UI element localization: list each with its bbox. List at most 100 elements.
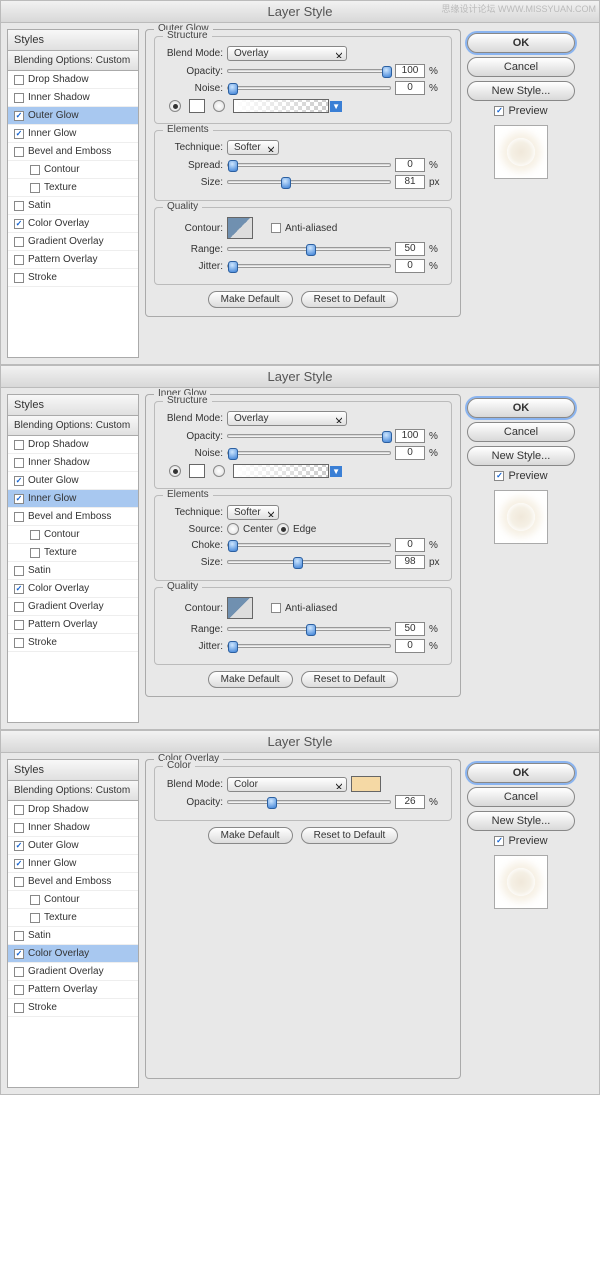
checkbox-icon[interactable] bbox=[30, 183, 40, 193]
ok-button[interactable]: OK bbox=[467, 398, 575, 418]
styles-header[interactable]: Styles bbox=[8, 30, 138, 51]
checkbox-icon[interactable] bbox=[14, 949, 24, 959]
cancel-button[interactable]: Cancel bbox=[467, 57, 575, 77]
range-input[interactable]: 50 bbox=[395, 622, 425, 636]
style-item-pattern-overlay[interactable]: Pattern Overlay bbox=[8, 981, 138, 999]
style-item-gradient-overlay[interactable]: Gradient Overlay bbox=[8, 963, 138, 981]
style-item-drop-shadow[interactable]: Drop Shadow bbox=[8, 436, 138, 454]
checkbox-icon[interactable] bbox=[14, 255, 24, 265]
make-default-button[interactable]: Make Default bbox=[208, 291, 293, 308]
checkbox-icon[interactable] bbox=[14, 512, 24, 522]
preview-toggle[interactable]: Preview bbox=[467, 835, 575, 847]
style-item-contour[interactable]: Contour bbox=[8, 526, 138, 544]
style-item-satin[interactable]: Satin bbox=[8, 562, 138, 580]
checkbox-icon[interactable] bbox=[14, 458, 24, 468]
spread-input[interactable]: 0 bbox=[395, 158, 425, 172]
checkbox-icon[interactable] bbox=[494, 106, 504, 116]
checkbox-icon[interactable] bbox=[14, 566, 24, 576]
contour-swatch[interactable] bbox=[227, 597, 253, 619]
style-item-outer-glow[interactable]: Outer Glow bbox=[8, 472, 138, 490]
new-style-button[interactable]: New Style... bbox=[467, 81, 575, 101]
color-radio[interactable] bbox=[169, 100, 181, 112]
checkbox-icon[interactable] bbox=[14, 823, 24, 833]
checkbox-icon[interactable] bbox=[14, 273, 24, 283]
style-item-texture[interactable]: Texture bbox=[8, 909, 138, 927]
checkbox-icon[interactable] bbox=[14, 93, 24, 103]
style-item-gradient-overlay[interactable]: Gradient Overlay bbox=[8, 598, 138, 616]
style-item-contour[interactable]: Contour bbox=[8, 891, 138, 909]
choke-input[interactable]: 0 bbox=[395, 538, 425, 552]
size-slider[interactable] bbox=[227, 180, 391, 184]
cancel-button[interactable]: Cancel bbox=[467, 787, 575, 807]
opacity-slider[interactable] bbox=[227, 69, 391, 73]
preview-toggle[interactable]: Preview bbox=[467, 105, 575, 117]
color-swatch[interactable] bbox=[189, 99, 205, 113]
style-item-stroke[interactable]: Stroke bbox=[8, 634, 138, 652]
style-item-inner-shadow[interactable]: Inner Shadow bbox=[8, 89, 138, 107]
ok-button[interactable]: OK bbox=[467, 33, 575, 53]
cancel-button[interactable]: Cancel bbox=[467, 422, 575, 442]
reset-default-button[interactable]: Reset to Default bbox=[301, 671, 399, 688]
anti-aliased-checkbox[interactable] bbox=[271, 223, 281, 233]
noise-input[interactable]: 0 bbox=[395, 446, 425, 460]
range-slider[interactable] bbox=[227, 627, 391, 631]
checkbox-icon[interactable] bbox=[14, 440, 24, 450]
reset-default-button[interactable]: Reset to Default bbox=[301, 291, 399, 308]
checkbox-icon[interactable] bbox=[14, 1003, 24, 1013]
checkbox-icon[interactable] bbox=[14, 638, 24, 648]
styles-header[interactable]: Styles bbox=[8, 760, 138, 781]
size-input[interactable]: 98 bbox=[395, 555, 425, 569]
color-radio[interactable] bbox=[169, 465, 181, 477]
style-item-bevel-and-emboss[interactable]: Bevel and Emboss bbox=[8, 508, 138, 526]
checkbox-icon[interactable] bbox=[14, 219, 24, 229]
checkbox-icon[interactable] bbox=[14, 75, 24, 85]
checkbox-icon[interactable] bbox=[30, 548, 40, 558]
style-item-outer-glow[interactable]: Outer Glow bbox=[8, 837, 138, 855]
checkbox-icon[interactable] bbox=[30, 165, 40, 175]
checkbox-icon[interactable] bbox=[30, 913, 40, 923]
blending-options[interactable]: Blending Options: Custom bbox=[8, 781, 138, 801]
style-item-drop-shadow[interactable]: Drop Shadow bbox=[8, 71, 138, 89]
spread-slider[interactable] bbox=[227, 163, 391, 167]
ok-button[interactable]: OK bbox=[467, 763, 575, 783]
checkbox-icon[interactable] bbox=[14, 877, 24, 887]
style-item-inner-glow[interactable]: Inner Glow bbox=[8, 125, 138, 143]
checkbox-icon[interactable] bbox=[14, 237, 24, 247]
checkbox-icon[interactable] bbox=[14, 201, 24, 211]
jitter-slider[interactable] bbox=[227, 644, 391, 648]
style-item-color-overlay[interactable]: Color Overlay bbox=[8, 945, 138, 963]
style-item-color-overlay[interactable]: Color Overlay bbox=[8, 215, 138, 233]
blend-mode-select[interactable]: Overlay bbox=[227, 46, 347, 61]
checkbox-icon[interactable] bbox=[14, 859, 24, 869]
noise-input[interactable]: 0 bbox=[395, 81, 425, 95]
style-item-stroke[interactable]: Stroke bbox=[8, 269, 138, 287]
blend-mode-select[interactable]: Overlay bbox=[227, 411, 347, 426]
checkbox-icon[interactable] bbox=[14, 985, 24, 995]
checkbox-icon[interactable] bbox=[30, 530, 40, 540]
style-item-satin[interactable]: Satin bbox=[8, 927, 138, 945]
technique-select[interactable]: Softer bbox=[227, 505, 279, 520]
style-item-contour[interactable]: Contour bbox=[8, 161, 138, 179]
checkbox-icon[interactable] bbox=[14, 476, 24, 486]
blending-options[interactable]: Blending Options: Custom bbox=[8, 51, 138, 71]
gradient-radio[interactable] bbox=[213, 100, 225, 112]
technique-select[interactable]: Softer bbox=[227, 140, 279, 155]
gradient-radio[interactable] bbox=[213, 465, 225, 477]
checkbox-icon[interactable] bbox=[14, 584, 24, 594]
new-style-button[interactable]: New Style... bbox=[467, 446, 575, 466]
blend-mode-select[interactable]: Color bbox=[227, 777, 347, 792]
checkbox-icon[interactable] bbox=[30, 895, 40, 905]
choke-slider[interactable] bbox=[227, 543, 391, 547]
style-item-inner-shadow[interactable]: Inner Shadow bbox=[8, 454, 138, 472]
style-item-stroke[interactable]: Stroke bbox=[8, 999, 138, 1017]
make-default-button[interactable]: Make Default bbox=[208, 671, 293, 688]
style-item-texture[interactable]: Texture bbox=[8, 544, 138, 562]
size-input[interactable]: 81 bbox=[395, 175, 425, 189]
contour-swatch[interactable] bbox=[227, 217, 253, 239]
range-input[interactable]: 50 bbox=[395, 242, 425, 256]
style-item-outer-glow[interactable]: Outer Glow bbox=[8, 107, 138, 125]
checkbox-icon[interactable] bbox=[14, 841, 24, 851]
style-item-drop-shadow[interactable]: Drop Shadow bbox=[8, 801, 138, 819]
opacity-input[interactable]: 100 bbox=[395, 429, 425, 443]
overlay-color-swatch[interactable] bbox=[351, 776, 381, 792]
